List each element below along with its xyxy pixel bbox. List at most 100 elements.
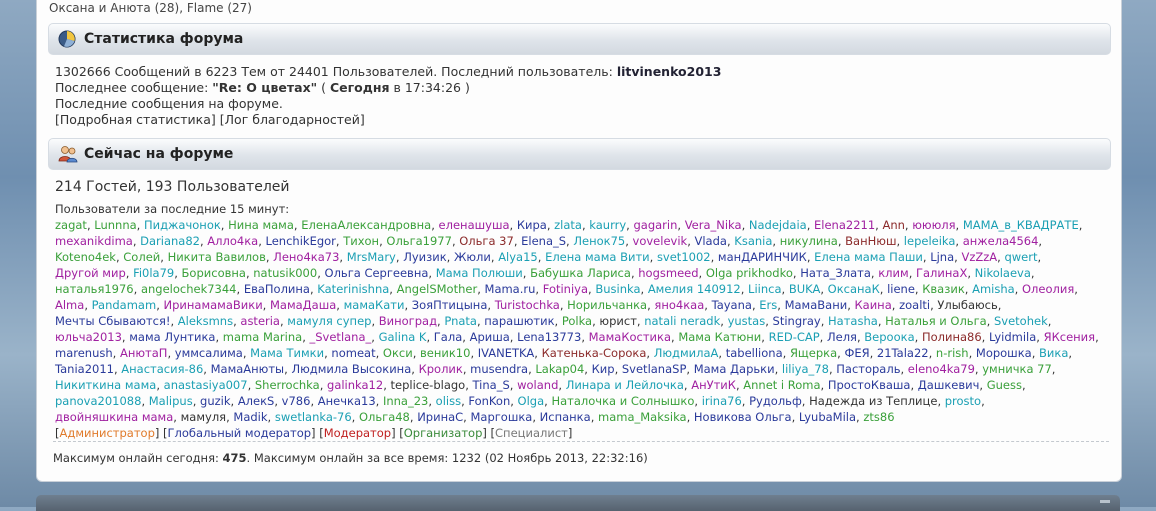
online-user-link[interactable]: Никита Вавилов [168, 250, 266, 264]
online-user-link[interactable]: еленашуша [439, 218, 510, 232]
online-user-link[interactable]: Fotiniya [543, 282, 588, 296]
online-user-link[interactable]: ЗояПтицына [412, 298, 488, 312]
online-user-link[interactable]: никулина [780, 234, 838, 248]
online-user-link[interactable]: Линара и Лейлочка [566, 378, 684, 392]
online-user-link[interactable]: Мама Полюши [436, 266, 523, 280]
online-user-link[interactable]: Полина86 [922, 330, 982, 344]
online-user-link[interactable]: Aleksmns [178, 314, 233, 328]
online-user-link[interactable]: наталья1976 [55, 282, 134, 296]
online-user-link[interactable]: Каина [855, 298, 892, 312]
online-user-link[interactable]: мамуля супер [287, 314, 371, 328]
online-user-link[interactable]: Испанка [540, 410, 591, 424]
online-user-link[interactable]: Tania2011 [55, 362, 114, 376]
online-user-link[interactable]: Ольга Сергеевна [325, 266, 429, 280]
recent-posts-link[interactable]: Последние сообщения на форуме. [55, 96, 721, 112]
online-user-link[interactable]: Бабушка Лариса [530, 266, 631, 280]
online-user-link[interactable]: Guess [987, 378, 1022, 392]
online-user-link[interactable]: Натаsha [828, 314, 878, 328]
online-user-link[interactable]: Vlada [695, 234, 727, 248]
online-user-link[interactable]: яно4каа [654, 298, 704, 312]
online-user-link[interactable]: Ольга1977 [386, 234, 452, 248]
online-user-link[interactable]: Амелия 140912 [648, 282, 741, 296]
online-user-link[interactable]: Лено4ка73 [273, 250, 339, 264]
online-user-link[interactable]: zagat [55, 218, 87, 232]
online-user-link[interactable]: Ящерка [790, 346, 837, 360]
online-user-link[interactable]: МамаДаша [270, 298, 336, 312]
online-user-link[interactable]: Pandamam [92, 298, 157, 312]
online-user-link[interactable]: Вика [1039, 346, 1068, 360]
online-user-link[interactable]: Наталочка и Солнышко [551, 394, 694, 408]
online-user-link[interactable]: eleno4ka79 [908, 362, 975, 376]
online-user-link[interactable]: guzik [200, 394, 230, 408]
last-user-link[interactable]: litvinenko2013 [617, 64, 722, 79]
online-user-link[interactable]: zoalti [899, 298, 930, 312]
online-user-link[interactable]: yustas [728, 314, 766, 328]
online-user-link[interactable]: Ольга48 [359, 410, 410, 424]
online-user-link[interactable]: liliya_78 [782, 362, 829, 376]
online-user-link[interactable]: ГалинаХ [916, 266, 967, 280]
online-user-link[interactable]: юююля [912, 218, 955, 232]
online-user-link[interactable]: ОксанаК [828, 282, 880, 296]
online-user-link[interactable]: Katerinishna [317, 282, 389, 296]
online-user-link[interactable]: Квазик [922, 282, 965, 296]
online-user-link[interactable]: zts86 [863, 410, 894, 424]
online-user-link[interactable]: Ljna [930, 250, 954, 264]
online-user-link[interactable]: Пиджачонок [144, 218, 221, 232]
online-user-link[interactable]: mexanikdima [55, 234, 133, 248]
online-user-link[interactable]: Alma [55, 298, 84, 312]
online-user-link[interactable]: v786 [282, 394, 311, 408]
online-user-link[interactable]: Alya15 [498, 250, 538, 264]
online-user-link[interactable]: умничка 77 [982, 362, 1052, 376]
online-user-link[interactable]: 21Tala22 [877, 346, 929, 360]
online-user-link[interactable]: Вероока [864, 330, 914, 344]
online-user-link[interactable]: ЛюдмилаА [654, 346, 719, 360]
online-user-link[interactable]: Никиткина мама [55, 378, 156, 392]
online-user-link[interactable]: Леля [827, 330, 857, 344]
online-user-link[interactable]: Солей [123, 250, 160, 264]
online-user-link[interactable]: Анечка13 [318, 394, 376, 408]
online-user-link[interactable]: мамуля [181, 410, 226, 424]
online-user-link[interactable]: Кролик [419, 362, 463, 376]
online-user-link[interactable]: Норильчанка [567, 298, 647, 312]
online-user-link[interactable]: анжела4564 [963, 234, 1039, 248]
online-user-link[interactable]: Olga [518, 394, 545, 408]
online-user-link[interactable]: Vera_Nika [685, 218, 742, 232]
online-user-link[interactable]: мамаКати [344, 298, 405, 312]
online-user-link[interactable]: Fi0la79 [133, 266, 174, 280]
online-user-link[interactable]: Морошка [976, 346, 1032, 360]
online-user-link[interactable]: natali neradk [644, 314, 720, 328]
detailed-stats-link[interactable]: [Подробная статистика] [55, 112, 216, 127]
online-user-link[interactable]: Другой мир [55, 266, 126, 280]
online-user-link[interactable]: irina76 [702, 394, 742, 408]
group-legend-item[interactable]: [Специалист] [491, 426, 573, 440]
online-user-link[interactable]: nomeat [331, 346, 375, 360]
online-user-link[interactable]: mama Marina [223, 330, 302, 344]
online-user-link[interactable]: BUKA [789, 282, 821, 296]
online-user-link[interactable]: Виноград [379, 314, 437, 328]
online-user-link[interactable]: tabelliona [726, 346, 783, 360]
online-user-link[interactable]: Кира [517, 218, 547, 232]
online-user-link[interactable]: natusik000 [253, 266, 317, 280]
online-user-link[interactable]: Elena2211 [814, 218, 875, 232]
group-legend-item[interactable]: [Модератор] [319, 426, 395, 440]
online-user-link[interactable]: манДАРИНЧИК [718, 250, 807, 264]
online-user-link[interactable]: zlata [554, 218, 582, 232]
online-user-link[interactable]: IVANETKA [478, 346, 535, 360]
online-user-link[interactable]: АнУтиК [691, 378, 736, 392]
online-user-link[interactable]: anastasiya007 [164, 378, 248, 392]
online-user-link[interactable]: Наталья и Ольга [885, 314, 987, 328]
online-user-link[interactable]: qwert [1004, 250, 1037, 264]
online-user-link[interactable]: уммсалима [175, 346, 243, 360]
online-user-link[interactable]: юрист [599, 314, 636, 328]
online-user-link[interactable]: FonKon [468, 394, 510, 408]
online-user-link[interactable]: Елена мама Паши [814, 250, 923, 264]
online-user-link[interactable]: musendra [470, 362, 528, 376]
online-user-link[interactable]: ВанНюш [845, 234, 896, 248]
online-user-link[interactable]: двойняшкина мама [55, 410, 173, 424]
online-user-link[interactable]: Ленок75 [573, 234, 625, 248]
online-user-link[interactable]: Катенька-Сорока [542, 346, 647, 360]
online-user-link[interactable]: Людмила Высокина [291, 362, 411, 376]
online-user-link[interactable]: SvetlanaSP [622, 362, 687, 376]
online-user-link[interactable]: _Svetlana_ [310, 330, 372, 344]
online-user-link[interactable]: liene [887, 282, 915, 296]
